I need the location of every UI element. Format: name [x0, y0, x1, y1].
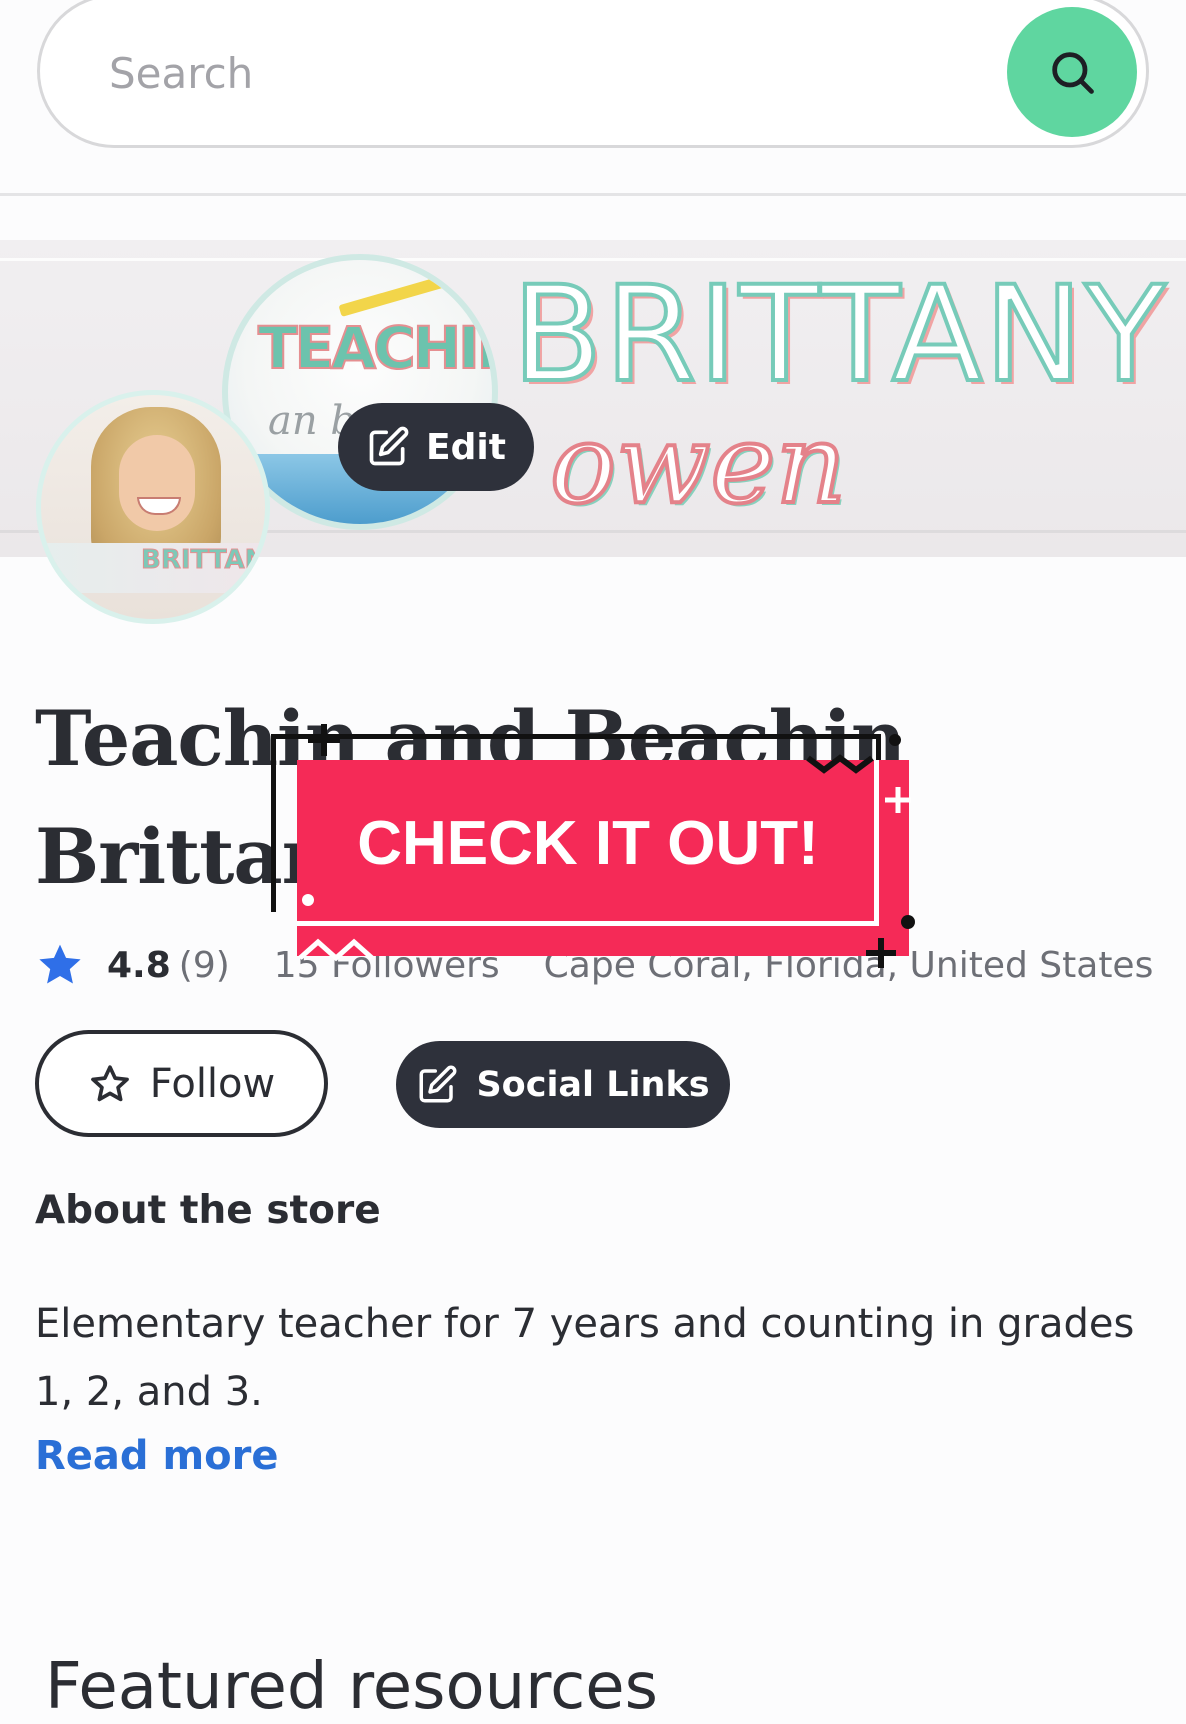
edit-icon: [419, 1065, 457, 1102]
follow-button[interactable]: Follow: [35, 1030, 328, 1137]
sparkle-decoration: [298, 724, 915, 968]
social-links-label: Social Links: [476, 1064, 710, 1105]
about-heading: About the store: [35, 1188, 381, 1233]
about-text: Elementary teacher for 7 years and count…: [35, 1301, 1135, 1415]
featured-heading: Featured resources: [45, 1650, 658, 1724]
social-links-button[interactable]: Social Links: [396, 1041, 730, 1128]
star-outline-icon: [90, 1064, 129, 1101]
read-more-link[interactable]: Read more: [35, 1433, 279, 1479]
follow-label: Follow: [149, 1060, 276, 1107]
